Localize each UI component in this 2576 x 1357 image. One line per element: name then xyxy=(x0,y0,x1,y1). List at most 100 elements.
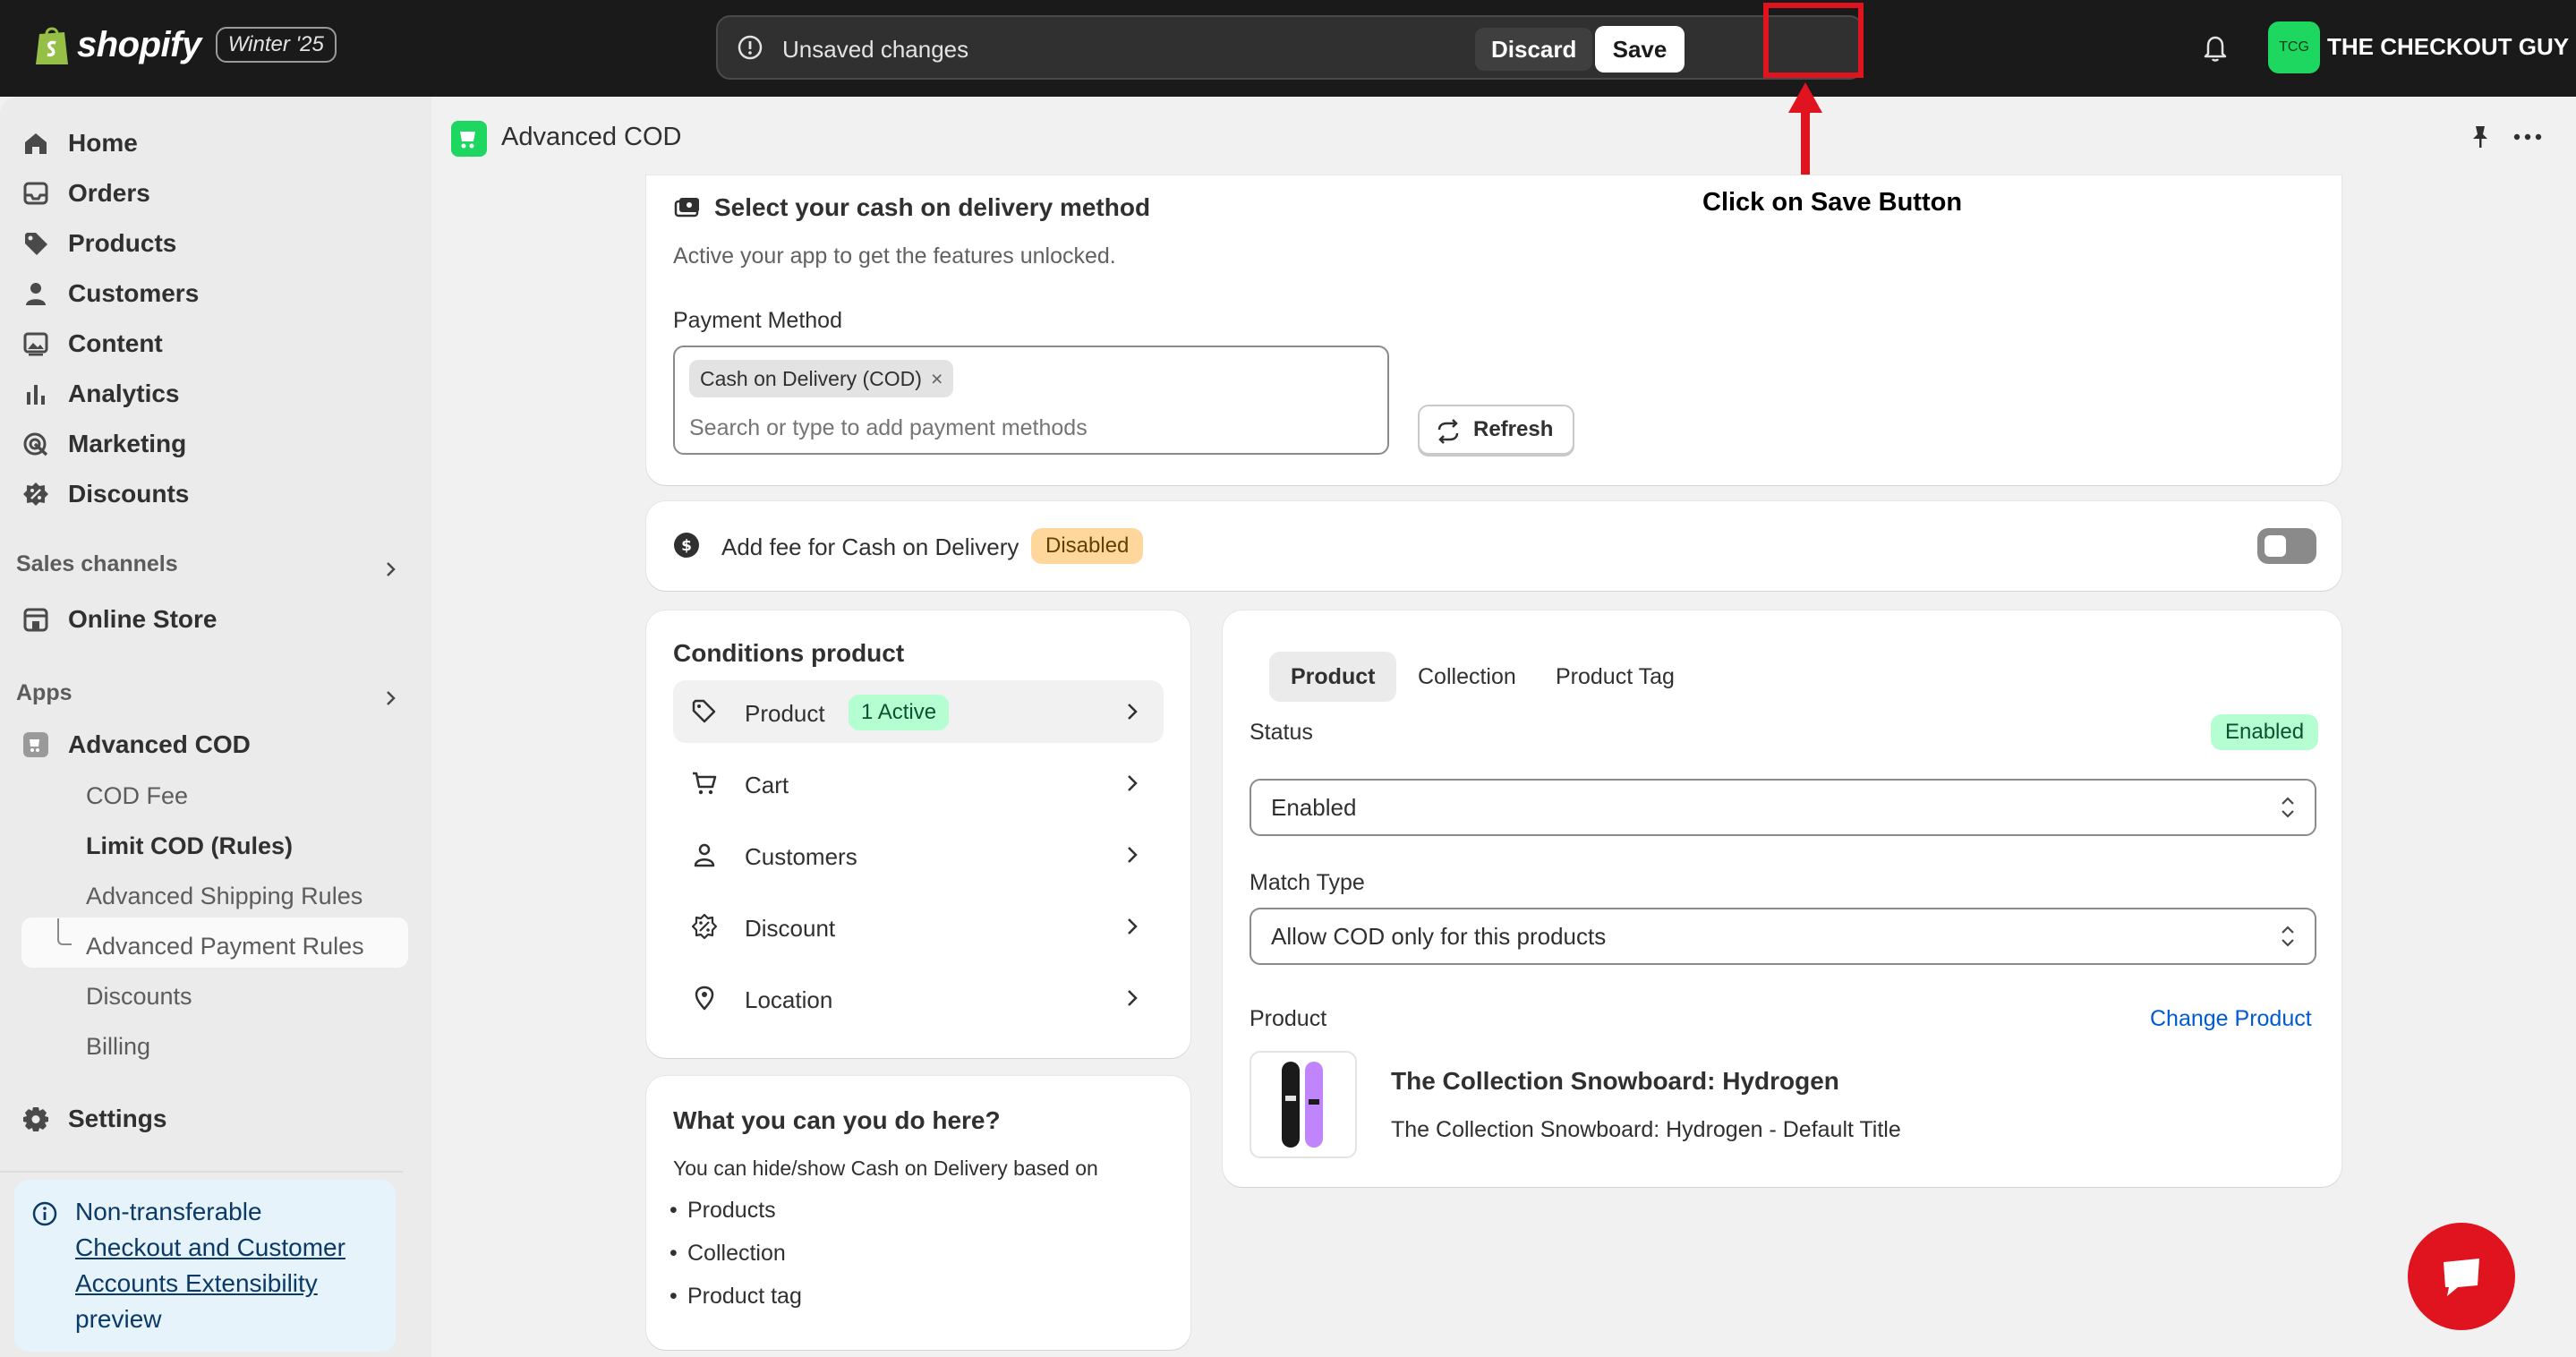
help-card: What you can you do here? You can hide/s… xyxy=(646,1076,1190,1350)
select-chevron-icon xyxy=(2282,797,2294,818)
product-name: The Collection Snowboard: Hydrogen xyxy=(1391,1067,1839,1095)
chevron-right-icon xyxy=(1128,704,1138,720)
more-horizontal-icon[interactable] xyxy=(2512,124,2544,150)
help-bullet: Collection xyxy=(670,1241,786,1267)
sidebar-item-orders[interactable]: Orders xyxy=(21,170,150,217)
condition-label: Discount xyxy=(745,915,836,942)
sidebar-item-customers[interactable]: Customers xyxy=(21,270,199,317)
sidebar-item-label: Marketing xyxy=(68,430,187,457)
tab-product[interactable]: Product xyxy=(1269,652,1397,702)
rule-detail-card: Product Collection Product Tag Status En… xyxy=(1223,610,2341,1187)
status-select[interactable]: Enabled xyxy=(1250,779,2316,836)
tag-icon xyxy=(692,699,716,723)
help-bullet: Products xyxy=(670,1198,776,1224)
match-type-label: Match Type xyxy=(1250,870,1365,895)
sidebar-item-discounts[interactable]: Discounts xyxy=(21,471,189,517)
save-button[interactable]: Save xyxy=(1595,26,1685,73)
sidebar-item-label: Customers xyxy=(68,279,200,307)
refresh-label: Refresh xyxy=(1473,417,1554,441)
tab-product-tag[interactable]: Product Tag xyxy=(1534,652,1696,702)
store-icon xyxy=(23,608,48,632)
payment-method-card: Select your cash on delivery method Acti… xyxy=(646,175,2341,485)
active-badge: 1 Active xyxy=(849,695,950,730)
sidebar-item-label: Products xyxy=(68,229,177,257)
sidebar-subitem-discounts[interactable]: Discounts xyxy=(86,983,192,1011)
store-avatar[interactable]: TCG xyxy=(2268,21,2320,73)
discard-button[interactable]: Discard xyxy=(1475,28,1593,71)
person-icon xyxy=(694,843,715,867)
cod-fee-toggle[interactable] xyxy=(2257,528,2316,564)
sidebar-item-home[interactable]: Home xyxy=(21,120,138,166)
chevron-right-icon[interactable] xyxy=(380,559,401,580)
tab-collection[interactable]: Collection xyxy=(1396,652,1538,702)
sales-channels-heading[interactable]: Sales channels xyxy=(16,551,178,577)
sidebar-item-label: Home xyxy=(68,129,138,157)
payment-method-chip: Cash on Delivery (COD) × xyxy=(689,360,954,397)
sidebar-item-label: Advanced COD xyxy=(68,730,251,758)
chevron-right-icon[interactable] xyxy=(380,687,401,709)
chevron-right-icon xyxy=(1128,775,1138,791)
advanced-cod-app-icon xyxy=(451,121,487,157)
status-badge: Enabled xyxy=(2211,714,2319,750)
brand-wordmark: shopify xyxy=(77,24,201,64)
sidebar-item-settings[interactable]: Settings xyxy=(21,1096,166,1142)
condition-row-location[interactable]: Location xyxy=(673,967,1164,1029)
sidebar-subitem-shipping-rules[interactable]: Advanced Shipping Rules xyxy=(86,883,363,910)
notice-link[interactable]: Checkout and Customer Accounts Extensibi… xyxy=(75,1230,378,1302)
store-name[interactable]: THE CHECKOUT GUY xyxy=(2327,33,2569,61)
toggle-knob xyxy=(2265,535,2286,557)
snowboard-image xyxy=(1282,1062,1323,1148)
pin-icon[interactable] xyxy=(2467,124,2494,150)
payment-method-search-input[interactable] xyxy=(689,415,1369,441)
app-icon xyxy=(23,732,48,757)
condition-row-discount[interactable]: Discount xyxy=(673,895,1164,958)
alert-circle-icon xyxy=(738,35,763,60)
sidebar-item-content[interactable]: Content xyxy=(21,320,163,367)
condition-row-cart[interactable]: Cart xyxy=(673,752,1164,815)
unsaved-changes-text: Unsaved changes xyxy=(782,36,969,63)
product-thumbnail[interactable] xyxy=(1250,1051,1357,1158)
condition-row-customers[interactable]: Customers xyxy=(673,824,1164,886)
sidebar-item-marketing[interactable]: Marketing xyxy=(21,421,186,467)
sidebar-item-analytics[interactable]: Analytics xyxy=(21,371,180,417)
person-icon xyxy=(26,283,46,305)
sidebar: Home Orders Products Customers Content A… xyxy=(0,97,431,1357)
svg-text:$: $ xyxy=(681,537,692,555)
help-bullet: Product tag xyxy=(670,1284,802,1310)
payment-card-subtitle: Active your app to get the features unlo… xyxy=(673,243,1116,269)
chevron-right-icon xyxy=(1128,990,1138,1006)
tree-connector xyxy=(57,918,72,945)
notice-title: Non-transferable xyxy=(75,1198,262,1225)
sidebar-subitem-limit-cod[interactable]: Limit COD (Rules) xyxy=(86,832,293,860)
shopify-logo[interactable]: shopify Winter '25 xyxy=(34,23,337,66)
discount-icon xyxy=(23,482,48,506)
status-badge: Disabled xyxy=(1031,528,1144,564)
apps-heading[interactable]: Apps xyxy=(16,680,73,706)
payment-method-field[interactable]: Cash on Delivery (COD) × xyxy=(673,346,1389,455)
sidebar-item-products[interactable]: Products xyxy=(21,220,176,267)
match-type-value: Allow COD only for this products xyxy=(1271,923,1607,950)
edition-badge: Winter '25 xyxy=(215,27,337,63)
sidebar-item-label: Online Store xyxy=(68,605,218,633)
sidebar-item-online-store[interactable]: Online Store xyxy=(21,596,217,643)
condition-row-product[interactable]: Product 1 Active xyxy=(673,680,1164,743)
sidebar-divider xyxy=(0,1171,403,1173)
bell-icon[interactable] xyxy=(2200,32,2231,63)
discount-icon xyxy=(691,913,718,940)
change-product-link[interactable]: Change Product xyxy=(2150,1006,2312,1032)
refresh-button[interactable]: Refresh xyxy=(1418,405,1575,455)
product-variant: The Collection Snowboard: Hydrogen - Def… xyxy=(1391,1117,1901,1142)
help-title: What you can you do here? xyxy=(673,1106,1001,1134)
chat-button[interactable] xyxy=(2408,1223,2515,1330)
inbox-icon xyxy=(23,182,48,205)
chip-remove-icon[interactable]: × xyxy=(931,367,943,390)
sidebar-item-label: Settings xyxy=(68,1105,167,1132)
sidebar-subitem-payment-rules[interactable]: Advanced Payment Rules xyxy=(86,933,364,960)
sidebar-item-advanced-cod[interactable]: Advanced COD xyxy=(21,721,251,768)
match-type-select[interactable]: Allow COD only for this products xyxy=(1250,908,2316,965)
sidebar-item-label: Discounts xyxy=(68,480,190,508)
chat-bubble-icon xyxy=(2444,1259,2479,1296)
sidebar-subitem-billing[interactable]: Billing xyxy=(86,1033,150,1061)
sidebar-subitem-cod-fee[interactable]: COD Fee xyxy=(86,782,188,810)
annotation-arrow xyxy=(1788,82,1822,175)
